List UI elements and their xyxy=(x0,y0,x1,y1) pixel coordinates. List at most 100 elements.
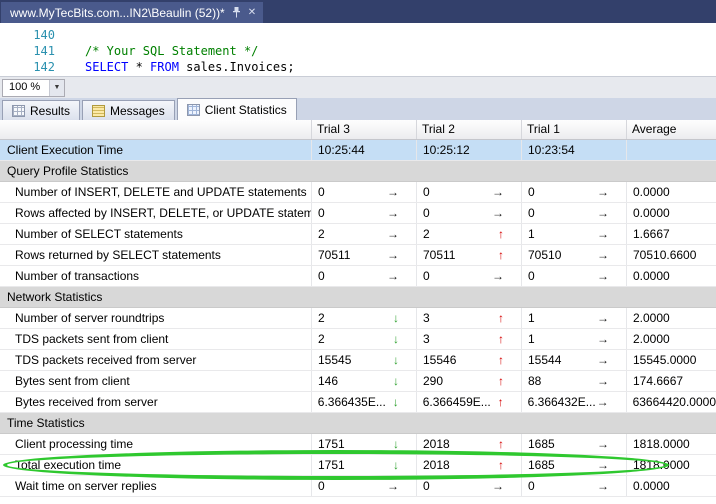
trend-same-icon: → xyxy=(597,206,609,220)
trial-cell: 70511 → xyxy=(312,245,417,265)
trial-value: 6.366435E... xyxy=(317,395,386,409)
trend-same-icon: → xyxy=(492,206,504,220)
trial-cell: 1 → xyxy=(522,329,627,349)
trial-cell: 0 → xyxy=(522,266,627,286)
stat-row[interactable]: Number of server roundtrips 2 ↓ 3 ↑ 1 → 2.0000 xyxy=(0,308,716,329)
trial-value: 2 xyxy=(318,227,325,241)
trial-value: 70511 xyxy=(423,248,456,262)
section-row[interactable]: Network Statistics xyxy=(0,287,716,308)
stat-row[interactable]: Total execution time 1751 ↓ 2018 ↑ 1685 → 1818.… xyxy=(0,455,716,476)
editor-line: 141 /* Your SQL Statement */ xyxy=(0,43,716,59)
trial-value: 2 xyxy=(423,227,430,241)
trial-value: 0 xyxy=(528,185,535,199)
trial-cell: 70511 ↑ xyxy=(417,245,522,265)
trend-same-icon: → xyxy=(387,206,399,220)
trial-cell: 0 → xyxy=(417,266,522,286)
results-grid-icon xyxy=(12,104,25,117)
editor-lines: 140 141 /* Your SQL Statement */ 142 SELECT … xyxy=(0,27,716,75)
chevron-down-icon[interactable]: ▼ xyxy=(49,79,64,96)
tab-label: Messages xyxy=(110,103,165,118)
trial-value: 146 xyxy=(318,374,339,388)
stat-row[interactable]: Rows returned by SELECT statements 70511 →… xyxy=(0,245,716,266)
trial-cell: 0 → xyxy=(312,203,417,223)
column-header-trial-1[interactable]: Trial 1 xyxy=(522,120,627,139)
stat-row[interactable]: Client Execution Time 10:25:44 10:25:12 10:… xyxy=(0,140,716,161)
trend-down-icon: ↓ xyxy=(393,311,399,325)
average-value: 70510.6600 xyxy=(633,248,697,262)
average-value: 2.0000 xyxy=(633,332,670,346)
trial-value: 1751 xyxy=(318,458,345,472)
trial-value: 1 xyxy=(528,227,535,241)
trial-value: 2 xyxy=(318,311,325,325)
stat-label: Wait time on server replies xyxy=(0,476,312,496)
trial-time-cell: 10:25:44 xyxy=(312,140,417,160)
zoom-level-select[interactable]: 100 % ▼ xyxy=(2,78,65,97)
trial-value: 0 xyxy=(528,479,535,493)
stat-label: Bytes received from server xyxy=(0,392,312,412)
trial-cell: 0 → xyxy=(312,476,417,496)
trial-cell: 6.366435E... ↓ xyxy=(312,392,417,412)
stat-row[interactable]: Client processing time 1751 ↓ 2018 ↑ 1685 → 181… xyxy=(0,434,716,455)
stat-row[interactable]: Number of transactions 0 → 0 → 0 → 0.0000 xyxy=(0,266,716,287)
average-value: 0.0000 xyxy=(633,479,670,493)
tab-label: Results xyxy=(30,103,71,118)
trend-same-icon: → xyxy=(387,269,399,283)
stat-label: Number of server roundtrips xyxy=(0,308,312,328)
trend-down-icon: ↓ xyxy=(393,353,399,367)
trial-cell: 6.366432E... → xyxy=(522,392,627,412)
column-header-trial-3[interactable]: Trial 3 xyxy=(312,120,417,139)
pin-icon[interactable] xyxy=(232,7,241,18)
trial-value: 70511 xyxy=(318,248,351,262)
sql-editor[interactable]: 140 141 /* Your SQL Statement */ 142 SELECT … xyxy=(0,23,716,76)
trial-value: 15546 xyxy=(423,353,457,367)
document-tab[interactable]: www.MyTecBits.com...IN2\Beaulin (52))* ✕ xyxy=(1,2,264,23)
pin-icon-glyph xyxy=(232,7,240,18)
section-row[interactable]: Time Statistics xyxy=(0,413,716,434)
trial-time-value: 10:25:12 xyxy=(423,143,470,157)
average-value: 0.0000 xyxy=(633,269,670,283)
trial-cell: 146 ↓ xyxy=(312,371,417,391)
stat-row[interactable]: Number of INSERT, DELETE and UPDATE stat… xyxy=(0,182,716,203)
editor-line: 140 xyxy=(0,27,716,43)
tab-messages[interactable]: Messages xyxy=(82,100,175,120)
stat-row[interactable]: Number of SELECT statements 2 → 2 ↑ 1 → 1.6667 xyxy=(0,224,716,245)
zoom-level-value: 100 % xyxy=(9,80,41,93)
average-value: 0.0000 xyxy=(633,185,670,199)
trial-cell: 1685 → xyxy=(522,434,627,454)
stat-label: Client Execution Time xyxy=(0,140,312,160)
column-header-trial-2[interactable]: Trial 2 xyxy=(417,120,522,139)
tab-results[interactable]: Results xyxy=(2,100,81,120)
code-token: SELECT xyxy=(85,60,129,74)
trend-down-icon: ↓ xyxy=(393,437,399,451)
trend-up-icon: ↑ xyxy=(497,395,504,409)
trial-value: 290 xyxy=(423,374,444,388)
stat-row[interactable]: Bytes sent from client 146 ↓ 290 ↑ 88 → 174.666… xyxy=(0,371,716,392)
trend-same-icon: → xyxy=(597,248,609,262)
close-icon[interactable]: ✕ xyxy=(248,7,256,18)
trend-same-icon: → xyxy=(597,437,609,451)
trend-down-icon: ↓ xyxy=(393,374,399,388)
trial-value: 2018 xyxy=(423,458,450,472)
stat-row[interactable]: Wait time on server replies 0 → 0 → 0 → 0.0000 xyxy=(0,476,716,497)
stat-label: Total execution time xyxy=(0,455,312,475)
tab-client-statistics[interactable]: Client Statistics xyxy=(176,98,297,120)
average-value xyxy=(627,140,716,160)
trial-time-value: 10:23:54 xyxy=(528,143,575,157)
trend-down-icon: ↓ xyxy=(393,458,399,472)
stat-row[interactable]: Bytes received from server 6.366435E... ↓ 6… xyxy=(0,392,716,413)
trial-cell: 1 → xyxy=(522,224,627,244)
stat-row[interactable]: TDS packets received from server 15545 ↓ 15… xyxy=(0,350,716,371)
stat-row[interactable]: Rows affected by INSERT, DELETE, or UPDA… xyxy=(0,203,716,224)
code-line: /* Your SQL Statement */ xyxy=(85,43,258,59)
stat-label: Number of transactions xyxy=(0,266,312,286)
trend-down-icon: ↓ xyxy=(393,332,399,346)
column-header-blank[interactable] xyxy=(0,120,312,139)
trial-value: 1685 xyxy=(528,437,555,451)
trial-cell: 0 → xyxy=(417,476,522,496)
stat-row[interactable]: TDS packets sent from client 2 ↓ 3 ↑ 1 → 2.0000 xyxy=(0,329,716,350)
trend-up-icon: ↑ xyxy=(498,227,504,241)
section-row[interactable]: Query Profile Statistics xyxy=(0,161,716,182)
trial-cell: 0 → xyxy=(522,476,627,496)
trend-same-icon: → xyxy=(597,185,609,199)
column-header-average[interactable]: Average xyxy=(627,120,716,139)
